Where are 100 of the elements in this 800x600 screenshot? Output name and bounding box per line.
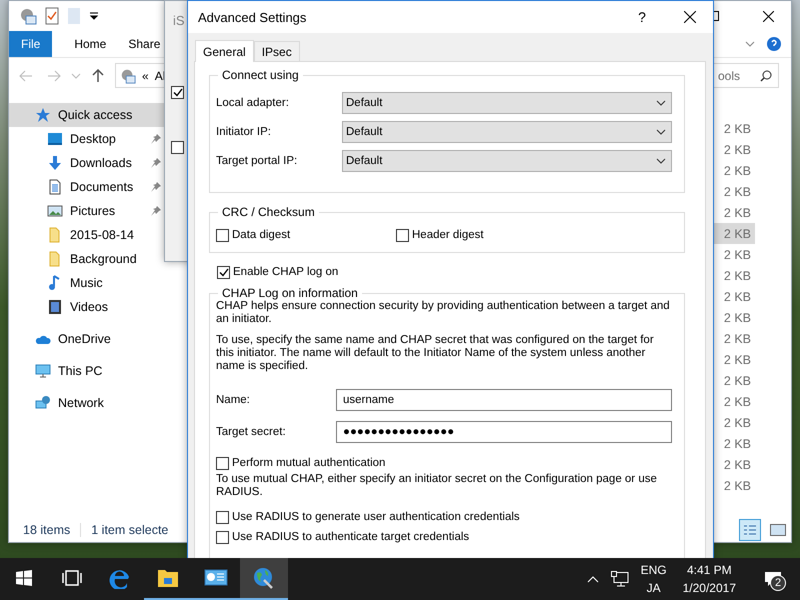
checkbox[interactable] (216, 228, 229, 242)
checkbox[interactable] (216, 456, 229, 470)
picture-icon (770, 524, 786, 536)
file-size-cell[interactable]: 2 KB (713, 160, 755, 181)
checkbox-label[interactable]: Data digest (232, 229, 290, 241)
file-size-cell[interactable]: 2 KB (713, 454, 755, 475)
ribbon-tab[interactable]: Share (128, 31, 160, 57)
nav-item[interactable]: Quick access (9, 103, 166, 127)
file-size-cell[interactable]: 2 KB (713, 181, 755, 202)
tab[interactable]: IPsec (254, 41, 300, 61)
nav-label: This PC (58, 364, 102, 378)
nav-item[interactable]: Desktop (9, 127, 166, 151)
dropdown-icon[interactable] (89, 11, 99, 21)
checkbox[interactable] (217, 266, 230, 278)
language-button[interactable]: ENG JA (634, 558, 673, 600)
details-view-button[interactable] (739, 518, 761, 540)
close-icon (684, 11, 696, 23)
help-icon[interactable] (767, 37, 781, 51)
group-title: Connect using (221, 68, 300, 82)
file-size-cell[interactable]: 2 KB (713, 475, 755, 496)
checkbox[interactable] (216, 510, 229, 524)
checkbox-label[interactable]: Use RADIUS to generate user authentication credentials (232, 511, 520, 523)
file-size-cell[interactable]: 2 KB (713, 118, 755, 139)
nav-label: Background (70, 252, 137, 266)
checkbox[interactable] (171, 141, 184, 154)
description-text: To use, specify the same name and CHAP secret that was configured on the target for this initiator. The name will default to the Initiator Name of the system unless another name is specified. (216, 334, 655, 373)
file-size-cell[interactable]: 2 KB (713, 202, 755, 223)
checkbox[interactable] (396, 228, 409, 242)
nav-item[interactable]: Downloads (9, 151, 166, 175)
file-size-cell[interactable]: 2 KB (713, 391, 755, 412)
gear-document-icon (19, 7, 37, 25)
list-icon (743, 524, 757, 536)
chevron-up-icon (586, 575, 599, 583)
download-icon (47, 155, 63, 171)
help-button[interactable]: ? (617, 2, 667, 32)
selection-count: 1 item selecte (91, 522, 168, 536)
computer-icon (35, 363, 51, 379)
file-size-cell[interactable]: 2 KB (713, 307, 755, 328)
clock-button[interactable]: 4:41 PM 1/20/2017 (672, 558, 746, 600)
dropdown[interactable]: Default (342, 150, 672, 172)
caret-icon (656, 100, 666, 106)
nav-item[interactable]: Documents (9, 175, 166, 199)
file-menu-tab[interactable]: File (9, 31, 52, 57)
field-label: Target portal IP: (216, 155, 298, 167)
window-title: iS (173, 13, 185, 28)
document-icon (47, 179, 63, 195)
breadcrumb-overflow[interactable]: « (142, 68, 149, 82)
nav-label: Desktop (70, 132, 116, 146)
file-size-cell[interactable]: 2 KB (713, 223, 755, 244)
control-panel-icon (204, 568, 228, 588)
field-label: Initiator IP: (216, 126, 272, 138)
tab[interactable]: General (195, 40, 254, 62)
nav-label: Documents (70, 180, 134, 194)
dropdown[interactable]: Default (342, 121, 672, 143)
file-size-cell[interactable]: 2 KB (713, 244, 755, 265)
dropdown[interactable]: Default (342, 92, 672, 114)
file-size-cell[interactable]: 2 KB (713, 328, 755, 349)
network-icon (35, 395, 51, 411)
nav-label: OneDrive (58, 332, 111, 346)
gear-document-icon (120, 68, 136, 84)
checkbox-label[interactable]: Perform mutual authentication (232, 457, 386, 469)
nav-item[interactable]: This PC (9, 359, 166, 383)
nav-label: Music (70, 276, 103, 290)
description-text: To use mutual CHAP, either specify an initiator secret on the Configuration page or use RADIUS. (216, 473, 658, 499)
file-size-cell[interactable]: 2 KB (713, 349, 755, 370)
film-icon (47, 299, 63, 315)
nav-item[interactable]: Background (9, 247, 166, 271)
nav-label: Pictures (70, 204, 116, 218)
nav-label: Network (58, 396, 104, 410)
picture-icon (47, 203, 63, 219)
name-field[interactable]: username (336, 389, 672, 411)
file-size-cell[interactable]: 2 KB (713, 265, 755, 286)
nav-item[interactable]: Pictures (9, 199, 166, 223)
field-label: Name: (216, 394, 251, 406)
nav-item[interactable]: Network (9, 391, 166, 415)
file-size-cell[interactable]: 2 KB (713, 286, 755, 307)
nav-item[interactable]: 2015-08-14 (9, 223, 166, 247)
file-size-cell[interactable]: 2 KB (713, 412, 755, 433)
checkbox-label[interactable]: Use RADIUS to authenticate target credentials (232, 531, 470, 543)
checkbox-label[interactable]: Header digest (412, 229, 484, 241)
file-size-cell[interactable]: 2 KB (713, 370, 755, 391)
caret-icon (656, 158, 666, 164)
folder-icon (157, 568, 179, 588)
file-size-cell[interactable]: 2 KB (713, 433, 755, 454)
checkbox-label[interactable]: Enable CHAP log on (233, 266, 338, 278)
search-icon (760, 70, 772, 82)
action-center-button[interactable]: 2 (746, 558, 800, 600)
group-title: CRC / Checksum (221, 205, 316, 219)
ribbon-tab[interactable]: Home (74, 31, 106, 57)
secret-field[interactable]: ●●●●●●●●●●●●●●●● (336, 421, 672, 443)
field-label: Local adapter: (216, 97, 290, 109)
nav-item[interactable]: Music (9, 271, 166, 295)
nav-label: Videos (70, 300, 108, 314)
file-size-cell[interactable]: 2 KB (713, 139, 755, 160)
checkbox[interactable] (216, 530, 229, 544)
checkbox[interactable] (171, 86, 184, 99)
checked-document-icon (45, 7, 59, 25)
close-icon (762, 10, 774, 22)
nav-item[interactable]: Videos (9, 295, 166, 319)
nav-item[interactable]: OneDrive (9, 327, 166, 351)
